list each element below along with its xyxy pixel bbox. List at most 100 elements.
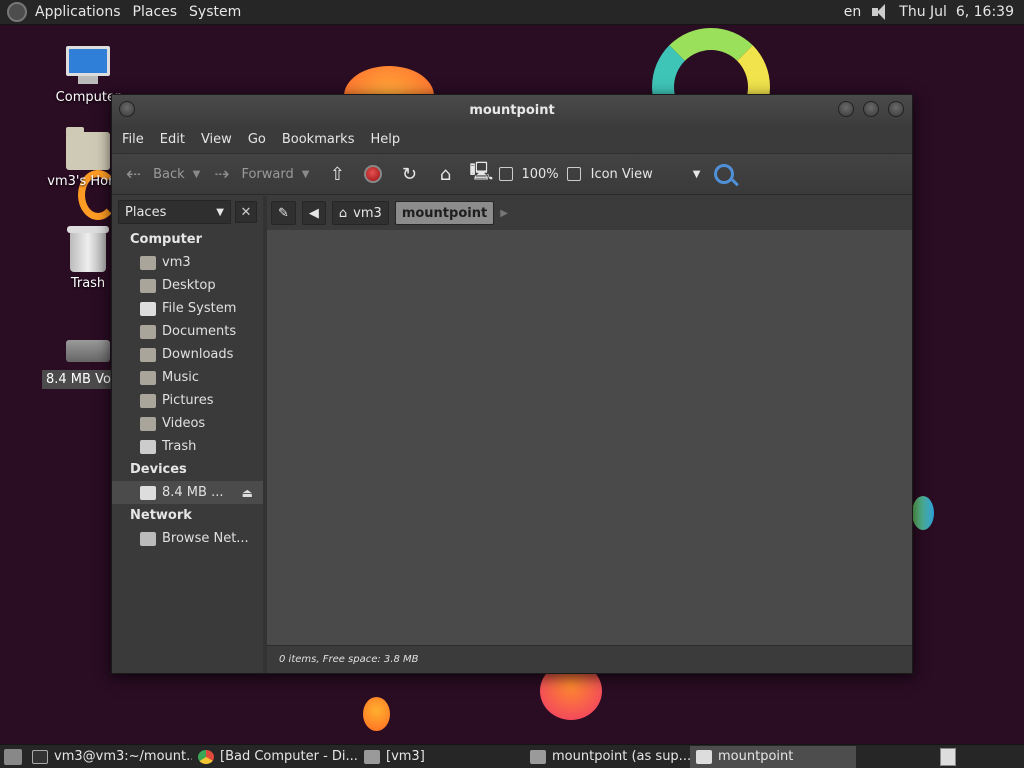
sidebar-item-pictures[interactable]: Pictures <box>112 389 263 412</box>
file-manager-window: mountpoint File Edit View Go Bookmarks H… <box>111 94 913 674</box>
close-button[interactable] <box>888 101 904 117</box>
menu-view[interactable]: View <box>193 132 240 147</box>
music-folder-icon <box>140 370 156 385</box>
sidebar-item-desktop[interactable]: Desktop <box>112 274 263 297</box>
forward-button[interactable]: ⇢ Forward <box>210 159 297 189</box>
trash-icon <box>140 439 156 454</box>
home-icon[interactable]: ⌂ <box>432 161 458 187</box>
volume-icon[interactable] <box>871 3 889 21</box>
videos-folder-icon <box>140 416 156 431</box>
menu-help[interactable]: Help <box>362 132 408 147</box>
network-icon <box>140 531 156 546</box>
menu-go[interactable]: Go <box>240 132 274 147</box>
chevron-down-icon: ▼ <box>692 168 701 180</box>
top-panel: Applications Places System en Thu Jul 6,… <box>0 0 1024 25</box>
wallpaper-blob <box>912 496 934 530</box>
sidebar-item-file-system[interactable]: File System <box>112 297 263 320</box>
stop-icon[interactable] <box>360 161 386 187</box>
zoom-in-icon[interactable] <box>566 167 581 181</box>
maximize-button[interactable] <box>863 101 879 117</box>
window-menu-icon[interactable] <box>119 101 135 117</box>
sidebar-item-music[interactable]: Music <box>112 366 263 389</box>
show-desktop-icon[interactable] <box>4 748 22 765</box>
wallpaper-blob <box>363 697 390 731</box>
sidebar-item-browse-network[interactable]: Browse Net... <box>112 527 263 550</box>
home-folder-icon <box>66 127 110 170</box>
back-button[interactable]: ⇠ Back <box>122 159 189 189</box>
bottom-panel: vm3@vm3:~/mount... [Bad Computer - Di...… <box>0 744 1024 768</box>
desktop-folder-icon <box>140 278 156 293</box>
clock[interactable]: Thu Jul 6, 16:39 <box>899 4 1014 20</box>
home-folder-icon <box>140 255 156 270</box>
back-history-dropdown[interactable]: ▼ <box>193 169 201 180</box>
path-segment-vm3[interactable]: ⌂ vm3 <box>331 201 389 225</box>
sidebar-close-icon[interactable]: ✕ <box>235 201 257 223</box>
trash-icon <box>67 226 109 272</box>
drive-icon <box>140 301 156 316</box>
drive-icon <box>696 749 712 764</box>
applications-menu[interactable]: Applications <box>29 4 127 20</box>
sidebar-item-volume[interactable]: 8.4 MB ... ⏏ <box>112 481 263 504</box>
sidebar-item-downloads[interactable]: Downloads <box>112 343 263 366</box>
system-menu[interactable]: System <box>183 4 247 20</box>
computer-icon[interactable]: 🖳 <box>468 161 494 187</box>
drive-icon <box>140 485 156 500</box>
reload-icon[interactable]: ↻ <box>396 161 422 187</box>
browser-icon <box>198 749 214 764</box>
zoom-level[interactable]: 100% <box>521 167 558 182</box>
keyboard-layout-indicator[interactable]: en <box>844 4 862 20</box>
back-arrow-icon: ⇠ <box>126 163 142 185</box>
home-folder-icon <box>364 749 380 764</box>
path-scroll-right-icon[interactable]: ▶ <box>500 208 508 219</box>
location-edit-icon[interactable]: ✎ <box>271 201 296 225</box>
toolbar: ⇠ Back ▼ ⇢ Forward ▼ ⇧ ↻ ⌂ 🖳 100% Icon V… <box>112 153 912 195</box>
sidebar-item-vm3[interactable]: vm3 <box>112 251 263 274</box>
menu-bookmarks[interactable]: Bookmarks <box>274 132 363 147</box>
menu-edit[interactable]: Edit <box>152 132 193 147</box>
computer-icon <box>64 46 112 86</box>
chevron-down-icon: ▼ <box>216 206 224 218</box>
sidebar-section-network: Network <box>130 508 192 523</box>
taskbar-item-vm3[interactable]: [vm3] <box>358 746 524 768</box>
sidebar: Places ▼ ✕ Computer vm3 Desktop File Sys… <box>112 196 263 673</box>
menubar: File Edit View Go Bookmarks Help <box>112 125 912 153</box>
window-title: mountpoint <box>469 102 555 118</box>
forward-arrow-icon: ⇢ <box>214 163 230 185</box>
sidebar-item-trash[interactable]: Trash <box>112 435 263 458</box>
sidebar-header: Places ▼ ✕ <box>112 196 263 228</box>
sidebar-section-computer: Computer <box>130 232 203 247</box>
taskbar-item-mountpoint[interactable]: mountpoint <box>690 745 856 768</box>
downloads-folder-icon <box>140 347 156 362</box>
eject-icon[interactable]: ⏏ <box>242 486 253 500</box>
menu-logo-icon[interactable] <box>7 2 27 22</box>
pictures-folder-icon <box>140 393 156 408</box>
path-scroll-left-icon[interactable]: ◀ <box>301 201 326 225</box>
sidebar-section-devices: Devices <box>130 462 187 477</box>
path-segment-mountpoint[interactable]: mountpoint <box>394 201 495 225</box>
sidebar-item-videos[interactable]: Videos <box>112 412 263 435</box>
up-arrow-icon[interactable]: ⇧ <box>324 161 350 187</box>
sidebar-type-select[interactable]: Places ▼ <box>118 200 231 224</box>
content-pane: ✎ ◀ ⌂ vm3 mountpoint ▶ 0 items, Free spa… <box>263 196 912 673</box>
forward-history-dropdown[interactable]: ▼ <box>302 169 310 180</box>
workspace-switcher[interactable] <box>940 747 956 766</box>
documents-folder-icon <box>140 324 156 339</box>
places-menu[interactable]: Places <box>127 4 184 20</box>
sidebar-item-documents[interactable]: Documents <box>112 320 263 343</box>
view-mode-select[interactable]: Icon View ▼ <box>591 167 701 182</box>
path-bar: ✎ ◀ ⌂ vm3 mountpoint ▶ <box>267 196 912 230</box>
terminal-icon <box>32 749 48 764</box>
menu-file[interactable]: File <box>114 132 152 147</box>
drive-icon <box>66 340 110 362</box>
search-icon[interactable] <box>714 164 735 184</box>
taskbar-item-mountpoint-superuser[interactable]: mountpoint (as sup... <box>524 746 690 768</box>
taskbar-item-browser[interactable]: [Bad Computer - Di... <box>192 746 358 768</box>
main-area: Places ▼ ✕ Computer vm3 Desktop File Sys… <box>112 196 912 673</box>
window-titlebar[interactable]: mountpoint <box>112 95 912 125</box>
zoom-out-icon[interactable] <box>499 167 514 181</box>
file-view-area[interactable] <box>267 230 912 644</box>
folder-icon <box>530 749 546 764</box>
status-bar: 0 items, Free space: 3.8 MB <box>267 645 912 673</box>
minimize-button[interactable] <box>838 101 854 117</box>
taskbar-item-terminal[interactable]: vm3@vm3:~/mount... <box>26 746 192 768</box>
